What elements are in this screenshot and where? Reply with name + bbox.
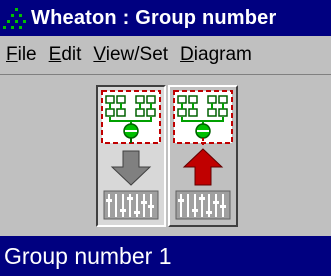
menu-view-set[interactable]: View/Set	[87, 44, 174, 66]
menu-file-label: ile	[17, 44, 37, 65]
menu-file[interactable]: File	[0, 44, 43, 66]
menu-diagram-accel: D	[180, 44, 194, 65]
toolbar	[0, 74, 331, 234]
app-dots-icon[interactable]	[2, 6, 28, 30]
group-selection-bar[interactable]: Group number 1	[0, 236, 331, 276]
menu-diagram-label: iagram	[193, 44, 252, 65]
menu-edit-accel: E	[48, 44, 62, 65]
hierarchy-up-arrow-icon	[173, 90, 233, 220]
menu-bar: File Edit View/Set Diagram	[0, 36, 331, 74]
menu-diagram[interactable]: Diagram	[174, 44, 258, 66]
menu-edit[interactable]: Edit	[43, 44, 88, 66]
hierarchy-down-arrow-icon	[101, 90, 161, 220]
group-name: Group number 1	[4, 242, 172, 269]
menu-edit-label: dit	[61, 44, 82, 65]
title-bar[interactable]: Wheaton : Group number	[0, 0, 331, 36]
move-down-button[interactable]	[96, 85, 166, 227]
menu-file-accel: F	[6, 44, 18, 65]
window-title: Wheaton : Group number	[31, 6, 277, 29]
menu-view-set-accel: V	[93, 44, 106, 65]
move-up-button[interactable]	[168, 85, 238, 227]
menu-view-set-label: iew/Set	[105, 44, 169, 65]
